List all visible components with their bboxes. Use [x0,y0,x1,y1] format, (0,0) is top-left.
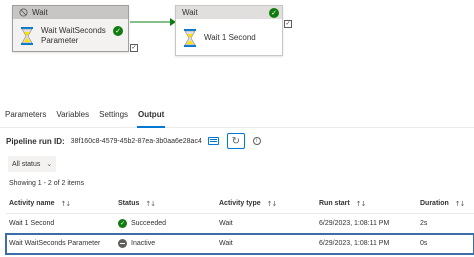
run-id-label: Pipeline run ID: [6,136,65,146]
status-filter-label: All status [12,160,41,168]
tab-variables[interactable]: Variables [51,104,94,128]
pipeline-run-id-row: Pipeline run ID: 38f160c8-4579-45b2-87ea… [6,132,261,150]
column-label: Activity name [9,200,55,207]
status-text: Inactive [131,240,156,247]
col-activity-name[interactable]: Activity name ↑↓ [6,200,118,208]
activity-node-wait-waitseconds-parameter[interactable]: Wait Wait WaitSeconds Parameter ✓ [12,5,129,52]
tab-parameters[interactable]: Parameters [0,104,51,128]
hourglass-icon [21,26,33,45]
sort-icon[interactable]: ↑↓ [145,200,156,208]
sort-icon[interactable]: ↑↓ [356,200,367,208]
run-start-cell: 6/29/2023, 1:08:11 PM [319,220,390,227]
column-label: Activity type [219,200,261,207]
duration-cell: 0s [420,240,428,247]
col-status[interactable]: Status ↑↓ [118,200,219,208]
chevron-down-icon: ⌄ [46,160,53,168]
table-row[interactable]: Wait WaitSeconds Parameter Inactive Wait… [5,233,474,255]
column-label: Status [118,200,140,207]
activity-type-cell: Wait [219,240,233,247]
activity-name-cell: Wait 1 Second [9,220,55,227]
duration-cell: 2s [420,220,428,227]
status-filter-dropdown[interactable]: All status ⌄ [8,156,57,172]
table-header: Activity name ↑↓ Status ↑↓ Activity type ↑↓… [6,194,474,214]
activity-runs-table: Activity name ↑↓ Status ↑↓ Activity type ↑↓… [5,194,474,255]
node-type-label: Wait [182,8,198,17]
node-name-line2: Parameter [41,35,79,45]
succeeded-icon: ✓ [118,219,127,228]
status-cell: ✓ Succeeded [118,219,219,228]
sort-icon[interactable]: ↑↓ [61,200,72,208]
inactive-status-icon [118,239,127,248]
run-start-cell: 6/29/2023, 1:08:11 PM [319,240,390,247]
table-row[interactable]: Wait 1 Second ✓ Succeeded Wait 6/29/2023,… [6,214,474,234]
status-text: Succeeded [131,220,167,227]
output-checkbox[interactable]: ✓ [284,20,292,28]
hourglass-icon [184,28,196,47]
status-cell: Inactive [118,239,219,248]
column-label: Duration [420,200,449,207]
output-checkbox[interactable]: ✓ [130,44,138,52]
node-header: Wait [13,6,128,19]
refresh-button[interactable]: ↻ [226,133,245,149]
items-count-text: Showing 1 - 2 of 2 items [9,180,85,187]
node-header: Wait [176,6,282,19]
sort-icon[interactable]: ↑↓ [267,200,278,208]
col-activity-type[interactable]: Activity type ↑↓ [219,200,319,208]
node-name: Wait 1 Second [204,32,256,42]
tab-settings[interactable]: Settings [94,104,133,128]
pipeline-canvas: Wait Wait WaitSeconds Parameter ✓ ✓ Wait [0,0,474,98]
run-id-value: 38f160c8-4579-45b2-87ea-3b0aa6e28ac4 [70,137,202,145]
activity-node-wait-1-second[interactable]: Wait Wait 1 Second ✓ [175,5,283,56]
column-label: Run start [319,200,350,207]
inactive-icon [19,8,28,17]
refresh-icon: ↻ [231,135,241,147]
sort-icon[interactable]: ↑↓ [455,200,466,208]
copy-icon[interactable] [207,137,219,145]
col-duration[interactable]: Duration ↑↓ [420,200,470,208]
success-check-icon: ✓ [113,26,123,36]
activity-type-cell: Wait [219,220,233,227]
success-connector [130,18,176,26]
success-check-icon: ✓ [269,8,279,18]
tab-output[interactable]: Output [133,104,169,128]
node-name-line1: Wait WaitSeconds [41,25,106,35]
info-icon[interactable]: i [252,137,261,145]
activity-name-cell: Wait WaitSeconds Parameter [9,240,101,247]
node-type-label: Wait [32,8,48,17]
col-run-start[interactable]: Run start ↑↓ [319,200,420,208]
tab-bar: Parameters Variables Settings Output [0,104,474,128]
